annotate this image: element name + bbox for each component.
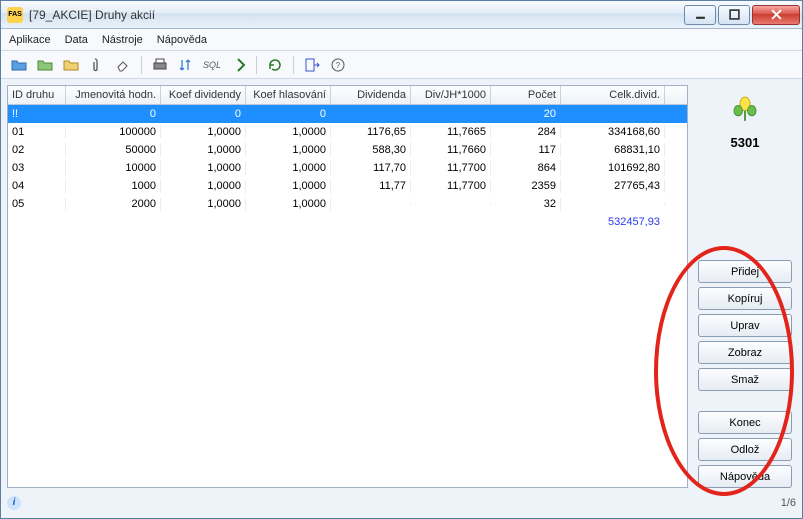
attach-icon[interactable] — [87, 55, 107, 75]
side-buttons: Přidej Kopíruj Uprav Zobraz Smaž Konec O… — [694, 260, 796, 488]
menu-aplikace[interactable]: Aplikace — [9, 34, 51, 46]
svg-text:?: ? — [336, 61, 341, 70]
total-value: 532457,93 — [561, 215, 665, 229]
col-jmen[interactable]: Jmenovitá hodn. — [66, 86, 161, 104]
menu-nastroje[interactable]: Nástroje — [102, 34, 143, 46]
toolbar-sep — [141, 56, 142, 74]
titlebar[interactable]: FAS [79_AKCIE] Druhy akcií — [1, 1, 802, 29]
total-row: 532457,93 — [8, 213, 687, 231]
defer-button[interactable]: Odlož — [698, 438, 792, 461]
col-djh[interactable]: Div/JH*1000 — [411, 86, 491, 104]
delete-button[interactable]: Smaž — [698, 368, 792, 391]
edit-button[interactable]: Uprav — [698, 314, 792, 337]
record-counter: 1/6 — [781, 497, 796, 509]
exit-icon[interactable] — [302, 55, 322, 75]
col-cd[interactable]: Celk.divid. — [561, 86, 665, 104]
table-row[interactable]: 0520001,00001,000032 — [8, 195, 687, 213]
table-row[interactable]: 011000001,00001,00001176,6511,7665284334… — [8, 123, 687, 141]
menu-data[interactable]: Data — [65, 34, 88, 46]
grid-header[interactable]: ID druhu Jmenovitá hodn. Koef dividendy … — [8, 86, 687, 105]
col-kd[interactable]: Koef dividendy — [161, 86, 246, 104]
toolbar-sep — [293, 56, 294, 74]
window-controls — [682, 5, 800, 25]
help-icon[interactable]: ? — [328, 55, 348, 75]
col-div[interactable]: Dividenda — [331, 86, 411, 104]
folder-open-icon[interactable] — [9, 55, 29, 75]
logo-icon — [694, 85, 796, 133]
toolbar: SQL ? — [1, 51, 802, 79]
table-row[interactable]: 02500001,00001,0000588,3011,766011768831… — [8, 141, 687, 159]
maximize-button[interactable] — [718, 5, 750, 25]
col-kh[interactable]: Koef hlasování — [246, 86, 331, 104]
module-code: 5301 — [694, 135, 796, 150]
show-button[interactable]: Zobraz — [698, 341, 792, 364]
erase-icon[interactable] — [113, 55, 133, 75]
refresh-icon[interactable] — [265, 55, 285, 75]
side-panel: 5301 Přidej Kopíruj Uprav Zobraz Smaž Ko… — [694, 85, 796, 488]
toolbar-sep — [256, 56, 257, 74]
grid-body[interactable]: !! 0 0 0 20 011000001,00001,00001176,651… — [8, 105, 687, 487]
folder-edit-icon[interactable] — [35, 55, 55, 75]
col-id[interactable]: ID druhu — [8, 86, 66, 104]
sort-icon[interactable] — [176, 55, 196, 75]
window: FAS [79_AKCIE] Druhy akcií Aplikace Data… — [0, 0, 803, 519]
window-title: [79_AKCIE] Druhy akcií — [29, 8, 682, 22]
info-icon[interactable]: i — [7, 496, 21, 510]
folder-new-icon[interactable] — [61, 55, 81, 75]
find-icon[interactable] — [228, 55, 248, 75]
table-row[interactable]: 0410001,00001,000011,7711,7700235927765,… — [8, 177, 687, 195]
statusbar: i 1/6 — [7, 494, 796, 512]
menubar: Aplikace Data Nástroje Nápověda — [1, 29, 802, 51]
print-icon[interactable] — [150, 55, 170, 75]
end-button[interactable]: Konec — [698, 411, 792, 434]
copy-button[interactable]: Kopíruj — [698, 287, 792, 310]
app-icon: FAS — [7, 7, 23, 23]
sql-icon[interactable]: SQL — [202, 55, 222, 75]
help-button[interactable]: Nápověda — [698, 465, 792, 488]
col-pocet[interactable]: Počet — [491, 86, 561, 104]
grid[interactable]: ID druhu Jmenovitá hodn. Koef dividendy … — [7, 85, 688, 488]
table-row[interactable]: 03100001,00001,0000117,7011,770086410169… — [8, 159, 687, 177]
close-button[interactable] — [752, 5, 800, 25]
minimize-button[interactable] — [684, 5, 716, 25]
client-area: ID druhu Jmenovitá hodn. Koef dividendy … — [7, 85, 796, 488]
add-button[interactable]: Přidej — [698, 260, 792, 283]
summary-row[interactable]: !! 0 0 0 20 — [8, 105, 687, 123]
menu-napoveda[interactable]: Nápověda — [157, 34, 207, 46]
